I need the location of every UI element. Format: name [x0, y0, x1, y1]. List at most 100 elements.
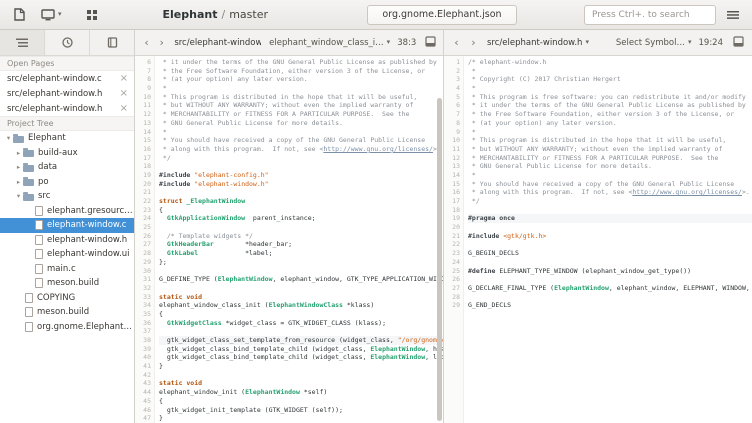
tree-item-elephant-window.c[interactable]: elephant-window.c [0, 218, 134, 233]
tree-item-COPYING[interactable]: COPYING [0, 291, 134, 306]
tree-item-src[interactable]: ▾ src [0, 189, 134, 204]
code-line: elephant_window_init (ElephantWindow *se… [159, 388, 443, 397]
line-number: 8 [135, 75, 151, 84]
tree-item-label: data [38, 162, 57, 172]
symbol-selector-button[interactable]: Select Symbol… ▾ [616, 38, 692, 48]
code-line: GtkLabel *label; [159, 249, 443, 258]
code-line: gtk_widget_class_bind_template_child (wi… [159, 353, 443, 362]
expander-icon[interactable]: ▸ [14, 164, 23, 171]
code-line: * it under the terms of the GNU General … [468, 101, 752, 110]
code-line: } [159, 362, 443, 371]
open-page-item[interactable]: src/elephant-window.h× [0, 86, 134, 101]
code-editor[interactable]: 6789101112131415161718192021222324252627… [135, 56, 443, 423]
line-number: 26 [444, 275, 460, 284]
editor-grid: ‹ › src/elephant-window.c ▾ elephant_win… [135, 30, 752, 423]
code-line: } [159, 414, 443, 423]
breadcrumb-separator: / [221, 8, 225, 21]
menu-button[interactable] [721, 4, 745, 26]
pane-options-button[interactable] [423, 35, 437, 51]
pane-options-icon [425, 36, 436, 50]
tree-item-main.c[interactable]: main.c [0, 262, 134, 277]
tree-item-build-aux[interactable]: ▸build-aux [0, 146, 134, 161]
pane-options-button[interactable] [730, 35, 746, 51]
editor-pane-right: ‹ › src/elephant-window.h ▾ Select Symbo… [444, 30, 752, 423]
expander-icon[interactable]: ▾ [14, 193, 23, 200]
close-icon[interactable]: × [116, 104, 128, 114]
line-number: 13 [135, 119, 151, 128]
tree-item-label: main.c [47, 264, 76, 274]
line-number: 12 [444, 154, 460, 163]
code-line: #include <gtk/gtk.h> [468, 232, 752, 241]
builder-window: ▾ Elephant / master org.gnome.Elephant.j… [0, 0, 752, 423]
code-line: elephant_window_class_init (ElephantWind… [159, 301, 443, 310]
tree-item-elephant-window.h[interactable]: elephant-window.h [0, 233, 134, 248]
editor-perspective-button[interactable] [7, 4, 31, 26]
code-line: /* elephant-window.h [468, 58, 752, 67]
code-line: G_DECLARE_FINAL_TYPE (ElephantWindow, el… [468, 284, 752, 293]
code-line: gtk_widget_class_set_template_from_resou… [159, 336, 443, 345]
tree-item-data[interactable]: ▸ data [0, 160, 134, 175]
document-title-button[interactable]: src/elephant-window.c ▾ [174, 38, 261, 48]
line-number: 20 [135, 180, 151, 189]
open-pages-header: Open Pages [0, 56, 134, 71]
grid-menu-button[interactable] [80, 4, 104, 26]
code-line: GtkHeaderBar *header_bar; [159, 240, 443, 249]
line-number-gutter: 6789101112131415161718192021222324252627… [135, 56, 155, 423]
open-page-label: src/elephant-window.h [7, 104, 116, 114]
nav-back-icon[interactable]: ‹ [450, 35, 463, 51]
close-icon[interactable]: × [116, 74, 128, 84]
code-line: * [468, 67, 752, 76]
close-icon[interactable]: × [116, 89, 128, 99]
code-line: GtkWidgetClass *widget_class = GTK_WIDGE… [159, 319, 443, 328]
tree-item-elephant.gresource.xml[interactable]: elephant.gresource.xml [0, 204, 134, 219]
line-number: 33 [135, 293, 151, 302]
tree-item-meson.build[interactable]: meson.build [0, 305, 134, 320]
code-line: * [468, 128, 752, 137]
tree-item-Elephant[interactable]: ▾ Elephant [0, 131, 134, 146]
history-panel-button[interactable] [45, 30, 90, 55]
nav-back-icon[interactable]: ‹ [141, 35, 152, 51]
expander-icon[interactable]: ▸ [14, 150, 23, 157]
line-number: 47 [135, 414, 151, 423]
documentation-panel-button[interactable] [90, 30, 134, 55]
document-title-button[interactable]: src/elephant-window.h ▾ [487, 38, 589, 48]
omnibar[interactable]: org.gnome.Elephant.json [367, 5, 517, 25]
line-number: 12 [135, 110, 151, 119]
tree-item-label: src [38, 191, 50, 201]
search-input[interactable] [584, 5, 716, 25]
device-selector-button[interactable]: ▾ [36, 4, 67, 26]
folder-icon [23, 179, 34, 186]
expander-icon[interactable]: ▾ [4, 135, 13, 142]
nav-forward-icon[interactable]: › [156, 35, 167, 51]
line-number: 31 [135, 275, 151, 284]
project-panel-button[interactable] [0, 30, 45, 55]
tree-item-org.gnome.Elephant.json[interactable]: org.gnome.Elephant.json [0, 320, 134, 335]
open-page-item[interactable]: src/elephant-window.c× [0, 71, 134, 86]
branch-name: master [229, 8, 268, 21]
line-number: 18 [444, 206, 460, 215]
line-number: 14 [135, 128, 151, 137]
line-number: 4 [444, 84, 460, 93]
tree-item-elephant-window.ui[interactable]: elephant-window.ui [0, 247, 134, 262]
line-number: 1 [444, 58, 460, 67]
vertical-scrollbar[interactable] [437, 58, 442, 421]
tree-item-label: po [38, 177, 49, 187]
project-breadcrumb[interactable]: Elephant / master [163, 8, 268, 21]
code-line: * along with this program. If not, see <… [159, 145, 443, 154]
code-line: * it under the terms of the GNU General … [159, 58, 443, 67]
tree-item-label: Elephant [28, 133, 66, 143]
tree-item-meson.build[interactable]: meson.build [0, 276, 134, 291]
symbol-selector-button[interactable]: elephant_window_class_i… ▾ [269, 38, 390, 48]
code-line: #define ELEPHANT_TYPE_WINDOW (elephant_w… [468, 267, 752, 276]
line-number: 5 [444, 93, 460, 102]
line-number: 28 [135, 249, 151, 258]
expander-icon[interactable]: ▸ [14, 179, 23, 186]
line-number: 14 [444, 171, 460, 180]
code-line: gtk_widget_init_template (GTK_WIDGET (se… [159, 406, 443, 415]
code-editor[interactable]: 1234567891011121314151617181920212223242… [444, 56, 752, 423]
tree-item-po[interactable]: ▸ po [0, 175, 134, 190]
nav-forward-icon[interactable]: › [467, 35, 480, 51]
scrollbar-thumb[interactable] [437, 98, 442, 421]
open-page-item[interactable]: src/elephant-window.h× [0, 101, 134, 116]
line-number: 44 [135, 388, 151, 397]
